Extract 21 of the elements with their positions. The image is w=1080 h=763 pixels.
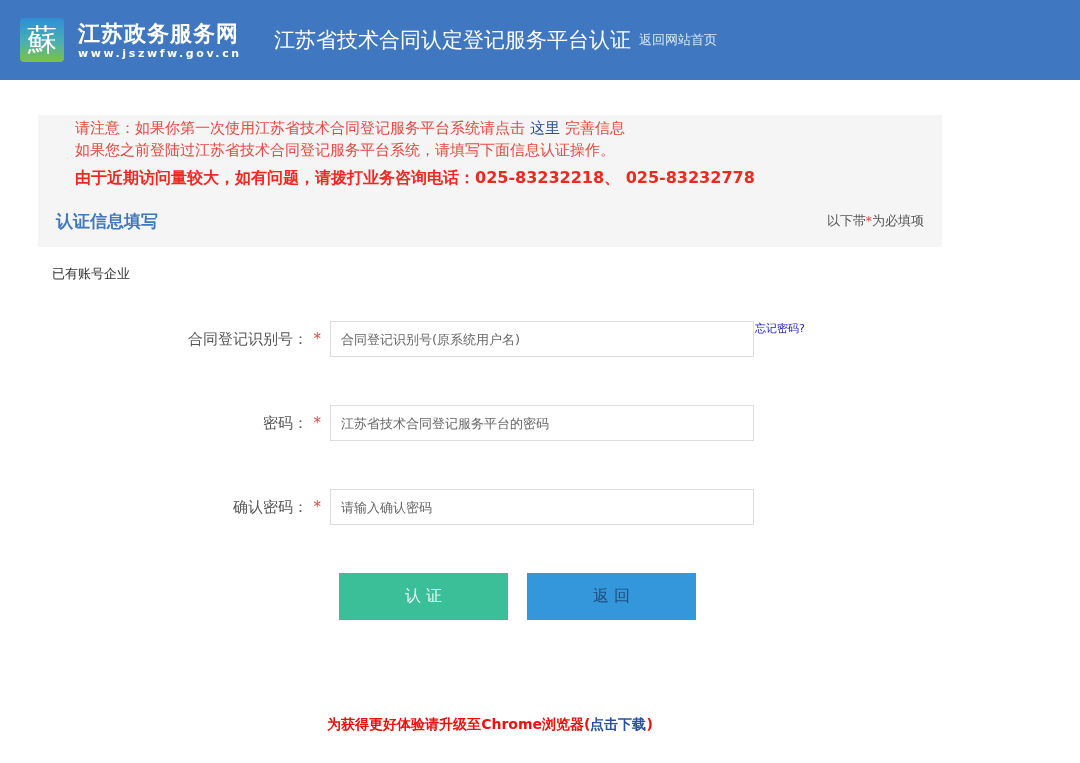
input-field[interactable]: 合同登记识别号(原系统用户名) <box>330 321 754 357</box>
download-link[interactable]: 点击下载 <box>590 716 647 732</box>
input-field[interactable]: 江苏省技术合同登记服务平台的密码 <box>330 405 754 441</box>
required-note: 以下带*为必填项 <box>826 212 924 230</box>
browser-notice: 为获得更好体验请升级至Chrome浏览器(点击下载) <box>327 716 653 732</box>
notice-text: 请注意：如果你第一次使用江苏省技术合同登记服务平台系统请点击 这里 完善信息 <box>74 118 626 139</box>
field-label: 合同登记识别号： * <box>187 329 322 350</box>
page-title: 江苏省技术合同认定登记服务平台认证 <box>273 27 631 54</box>
input-field[interactable]: 请输入确认密码 <box>330 489 754 525</box>
forgot-password-link[interactable]: 忘记密码? <box>755 321 1080 336</box>
logo-mark: 蘇 <box>20 18 64 62</box>
notice-text: 如果您之前登陆过江苏省技术合同登记服务平台系统，请填写下面信息认证操作。 <box>74 140 616 161</box>
subtitle: 已有账号企业 <box>52 265 130 283</box>
field-label: 确认密码： * <box>232 497 322 518</box>
hotline-text: 由于近期访问量较大，如有问题，请拨打业务咨询电话：025-83232218、 025-83232778 <box>74 167 756 189</box>
site-name: 江苏政务服务网 <box>78 20 240 47</box>
section-title: 认证信息填写 <box>56 209 158 233</box>
home-link[interactable]: 返回网站首页 <box>638 31 717 49</box>
site-url: www.jszwfw.gov.cn <box>78 46 242 60</box>
here-link[interactable]: 这里 <box>529 119 560 137</box>
field-label: 密码： * <box>262 413 322 434</box>
